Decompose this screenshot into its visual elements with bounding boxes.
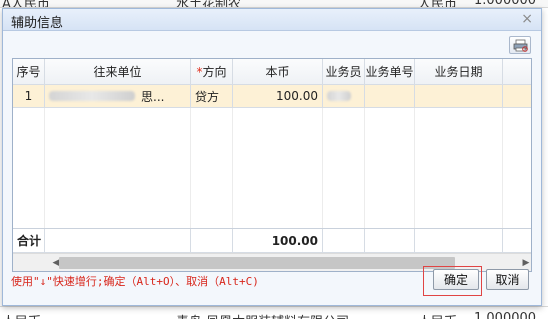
bg-currency-cell: 人民币 [2, 311, 41, 319]
cell-seq[interactable]: 1 [13, 85, 45, 108]
cell-unit[interactable]: 思... [45, 85, 191, 108]
bg-rate-cell: 1.000000 [474, 0, 537, 8]
col-header-unit[interactable]: 往来单位 [45, 59, 191, 85]
footer-total-label: 合计 [13, 229, 45, 253]
col-header-direction[interactable]: * 方向 [191, 59, 233, 85]
grid-empty-area [13, 108, 531, 228]
aux-info-grid: 序号 往来单位 * 方向 本币 业务员 业务单号 业务日期 1 思... 贷方 1… [12, 58, 532, 272]
close-icon[interactable]: × [521, 11, 533, 27]
footer-date [415, 229, 503, 253]
col-header-seq[interactable]: 序号 [13, 59, 45, 85]
bg-currency-cell: A人民币 [2, 0, 50, 8]
col-header-direction-label: 方向 [202, 65, 227, 79]
bg-rate-cell: 1.000000 [474, 311, 537, 319]
footer-total-amount: 100.00 [233, 229, 323, 253]
cell-amount[interactable]: 100.00 [233, 85, 323, 108]
scroll-thumb[interactable] [59, 257, 455, 269]
redacted-unit-name [49, 91, 135, 101]
footer-unit [45, 229, 191, 253]
cancel-button[interactable]: 取消 [486, 269, 529, 290]
bg-currency-cell-2: 人民币 [418, 0, 458, 8]
footer-direction [191, 229, 233, 253]
dialog-title: 辅助信息 [11, 16, 64, 31]
footer-doc-no [365, 229, 415, 253]
col-header-clerk[interactable]: 业务员 [323, 59, 365, 85]
scroll-right-icon[interactable]: ▶ [519, 256, 531, 270]
bg-unit-cell: 水土花制农 [176, 0, 242, 8]
footer-clerk [323, 229, 365, 253]
col-header-filler [503, 59, 531, 85]
cell-unit-suffix: 思... [141, 89, 165, 104]
cell-date[interactable] [415, 85, 503, 108]
bg-unit-cell: 青岛·凤凰木服装辅料有限公司 [176, 311, 349, 319]
background-grid-top: A人民币 水土花制农 人民币 1.000000 [0, 0, 548, 8]
footer-filler [503, 229, 531, 253]
col-header-amount[interactable]: 本币 [233, 59, 323, 85]
dialog-titlebar[interactable]: 辅助信息 × [3, 9, 541, 31]
ok-button[interactable]: 确定 [433, 269, 479, 290]
cell-doc-no[interactable] [365, 85, 415, 108]
bg-currency-cell-2: 人民币 [418, 311, 457, 319]
cell-clerk[interactable] [323, 85, 365, 108]
print-preview-icon [513, 39, 528, 52]
table-row[interactable]: 1 思... 贷方 100.00 [13, 85, 531, 108]
background-grid-bottom: 人民币 青岛·凤凰木服装辅料有限公司 人民币 1.000000 [0, 306, 548, 319]
shortcut-hint: 使用"↓"快速增行;确定（Alt+O）、取消（Alt+C) [11, 275, 259, 288]
grid-header-row: 序号 往来单位 * 方向 本币 业务员 业务单号 业务日期 [13, 59, 531, 85]
aux-info-dialog: 辅助信息 × 序号 往来单位 * 方向 本币 业务员 业务单号 业务日期 1 思.… [2, 8, 542, 306]
col-header-date[interactable]: 业务日期 [415, 59, 503, 85]
redacted-clerk [327, 91, 351, 101]
grid-footer-row: 合计 100.00 [13, 228, 531, 253]
col-header-doc-no[interactable]: 业务单号 [365, 59, 415, 85]
cell-filler [503, 85, 531, 108]
print-preview-button[interactable] [509, 36, 531, 54]
cell-direction[interactable]: 贷方 [191, 85, 233, 108]
